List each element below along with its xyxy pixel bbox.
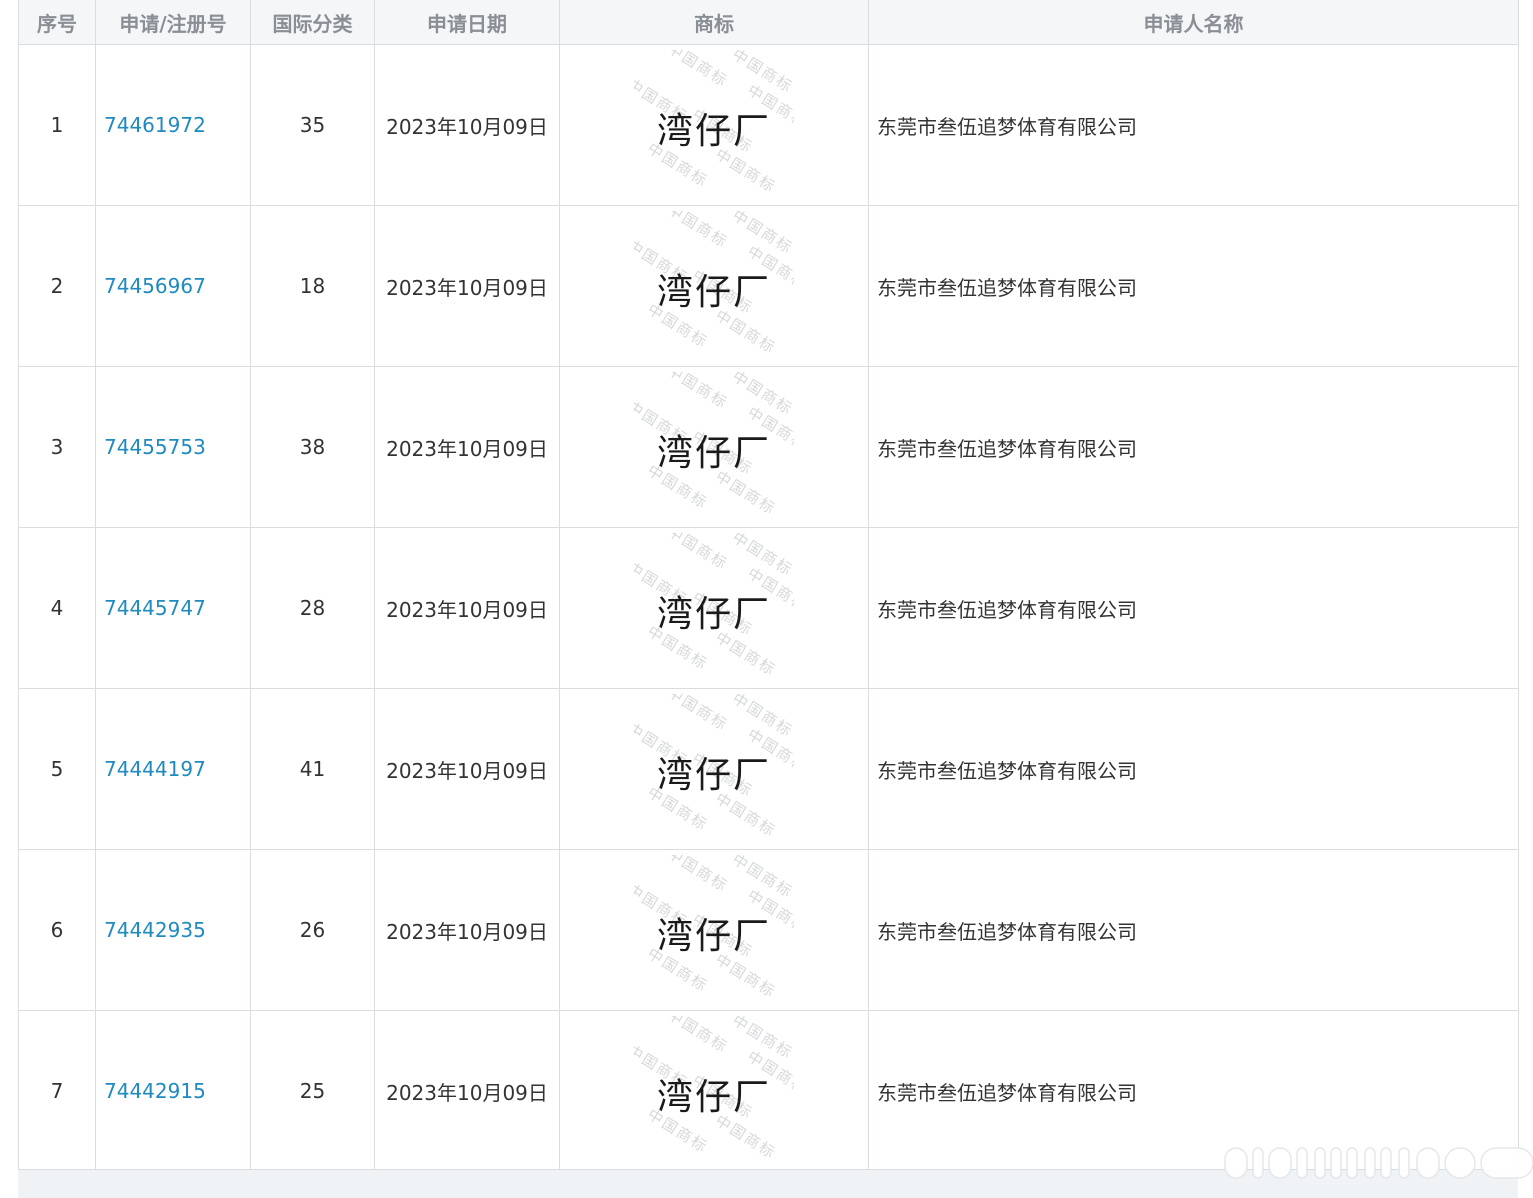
cell-applicant: 东莞市叁伍追梦体育有限公司 (868, 527, 1519, 689)
cell-applicant: 东莞市叁伍追梦体育有限公司 (868, 688, 1519, 850)
cell-trademark: 中国商标 中国商标 中国商标 中国商标 中国商标 中国商标 中国商标 湾仔厂 (559, 44, 869, 206)
table-row: 5 74444197 41 2023年10月09日 中国商标 中国商标 中国商标 中国商标 中国… (18, 688, 1519, 850)
header-intl-class[interactable]: 国际分类 (250, 0, 375, 45)
trademark-image[interactable]: 中国商标 中国商标 中国商标 中国商标 中国商标 中国商标 中国商标 湾仔厂 (634, 694, 794, 844)
table-row: 1 74461972 35 2023年10月09日 中国商标 中国商标 中国商标 中国商标 中国… (18, 44, 1519, 206)
trademark-table: 序号 申请/注册号 国际分类 申请日期 商标 申请人名称 1 74461972 35… (18, 0, 1519, 1172)
watermark-text: 中国商标 (664, 50, 732, 91)
cell-applicant: 东莞市叁伍追梦体育有限公司 (868, 205, 1519, 367)
trademark-text: 湾仔厂 (656, 594, 771, 635)
trademark-image[interactable]: 中国商标 中国商标 中国商标 中国商标 中国商标 中国商标 中国商标 湾仔厂 (634, 1016, 794, 1166)
cell-trademark: 中国商标 中国商标 中国商标 中国商标 中国商标 中国商标 中国商标 湾仔厂 (559, 688, 869, 850)
cell-applicant: 东莞市叁伍追梦体育有限公司 (868, 44, 1519, 206)
trademark-image[interactable]: 中国商标 中国商标 中国商标 中国商标 中国商标 中国商标 中国商标 湾仔厂 (634, 372, 794, 522)
cell-app-date: 2023年10月09日 (374, 1010, 560, 1172)
table-row: 3 74455753 38 2023年10月09日 中国商标 中国商标 中国商标 中国商标 中国… (18, 366, 1519, 528)
app-no-link[interactable]: 74456967 (104, 274, 206, 298)
table-row: 4 74445747 28 2023年10月09日 中国商标 中国商标 中国商标 中国商标 中国… (18, 527, 1519, 689)
cell-intl-class: 28 (250, 527, 375, 689)
trademark-text: 湾仔厂 (656, 111, 771, 152)
results-panel: 序号 申请/注册号 国际分类 申请日期 商标 申请人名称 1 74461972 35… (18, 0, 1533, 1198)
table-header-row: 序号 申请/注册号 国际分类 申请日期 商标 申请人名称 (18, 0, 1519, 45)
header-app-no[interactable]: 申请/注册号 (95, 0, 251, 45)
table-row: 2 74456967 18 2023年10月09日 中国商标 中国商标 中国商标 中国商标 中国… (18, 205, 1519, 367)
cell-app-no: 74445747 (95, 527, 251, 689)
trademark-image[interactable]: 中国商标 中国商标 中国商标 中国商标 中国商标 中国商标 中国商标 湾仔厂 (634, 211, 794, 361)
cell-app-date: 2023年10月09日 (374, 527, 560, 689)
app-no-link[interactable]: 74444197 (104, 757, 206, 781)
trademark-text: 湾仔厂 (656, 916, 771, 957)
trademark-text: 湾仔厂 (656, 272, 771, 313)
cell-app-no: 74455753 (95, 366, 251, 528)
cell-trademark: 中国商标 中国商标 中国商标 中国商标 中国商标 中国商标 中国商标 湾仔厂 (559, 205, 869, 367)
cell-app-date: 2023年10月09日 (374, 205, 560, 367)
watermark-logo-icon (1224, 1147, 1533, 1179)
cell-index: 2 (18, 205, 96, 367)
watermark-text: 中国商标 (664, 533, 732, 574)
cell-app-no: 74461972 (95, 44, 251, 206)
app-no-link[interactable]: 74442915 (104, 1079, 206, 1103)
watermark-text: 中国商标 (664, 1016, 732, 1057)
cell-index: 6 (18, 849, 96, 1011)
cell-trademark: 中国商标 中国商标 中国商标 中国商标 中国商标 中国商标 中国商标 湾仔厂 (559, 366, 869, 528)
cell-index: 3 (18, 366, 96, 528)
app-no-link[interactable]: 74445747 (104, 596, 206, 620)
header-trademark[interactable]: 商标 (559, 0, 869, 45)
cell-app-date: 2023年10月09日 (374, 366, 560, 528)
trademark-text: 湾仔厂 (656, 1077, 771, 1118)
cell-app-date: 2023年10月09日 (374, 849, 560, 1011)
trademark-image[interactable]: 中国商标 中国商标 中国商标 中国商标 中国商标 中国商标 中国商标 湾仔厂 (634, 533, 794, 683)
watermark-text: 中国商标 (664, 211, 732, 252)
table-row: 6 74442935 26 2023年10月09日 中国商标 中国商标 中国商标 中国商标 中国… (18, 849, 1519, 1011)
cell-index: 5 (18, 688, 96, 850)
cell-app-no: 74442915 (95, 1010, 251, 1172)
cell-app-date: 2023年10月09日 (374, 688, 560, 850)
header-index[interactable]: 序号 (18, 0, 96, 45)
trademark-image[interactable]: 中国商标 中国商标 中国商标 中国商标 中国商标 中国商标 中国商标 湾仔厂 (634, 855, 794, 1005)
cell-applicant: 东莞市叁伍追梦体育有限公司 (868, 366, 1519, 528)
cell-index: 4 (18, 527, 96, 689)
cell-intl-class: 38 (250, 366, 375, 528)
cell-intl-class: 35 (250, 44, 375, 206)
watermark-text: 中国商标 (664, 372, 732, 413)
watermark-text: 中国商标 (664, 855, 732, 896)
cell-trademark: 中国商标 中国商标 中国商标 中国商标 中国商标 中国商标 中国商标 湾仔厂 (559, 1010, 869, 1172)
trademark-text: 湾仔厂 (656, 755, 771, 796)
cell-intl-class: 26 (250, 849, 375, 1011)
cell-app-date: 2023年10月09日 (374, 44, 560, 206)
cell-index: 7 (18, 1010, 96, 1172)
watermark-text: 中国商标 (664, 694, 732, 735)
trademark-image[interactable]: 中国商标 中国商标 中国商标 中国商标 中国商标 中国商标 中国商标 湾仔厂 (634, 50, 794, 200)
app-no-link[interactable]: 74455753 (104, 435, 206, 459)
cell-intl-class: 41 (250, 688, 375, 850)
app-no-link[interactable]: 74442935 (104, 918, 206, 942)
cell-trademark: 中国商标 中国商标 中国商标 中国商标 中国商标 中国商标 中国商标 湾仔厂 (559, 849, 869, 1011)
cell-intl-class: 25 (250, 1010, 375, 1172)
app-no-link[interactable]: 74461972 (104, 113, 206, 137)
header-applicant[interactable]: 申请人名称 (868, 0, 1519, 45)
trademark-text: 湾仔厂 (656, 433, 771, 474)
cell-app-no: 74442935 (95, 849, 251, 1011)
cell-intl-class: 18 (250, 205, 375, 367)
cell-index: 1 (18, 44, 96, 206)
cell-applicant: 东莞市叁伍追梦体育有限公司 (868, 849, 1519, 1011)
cell-app-no: 74456967 (95, 205, 251, 367)
header-app-date[interactable]: 申请日期 (374, 0, 560, 45)
cell-trademark: 中国商标 中国商标 中国商标 中国商标 中国商标 中国商标 中国商标 湾仔厂 (559, 527, 869, 689)
cell-app-no: 74444197 (95, 688, 251, 850)
